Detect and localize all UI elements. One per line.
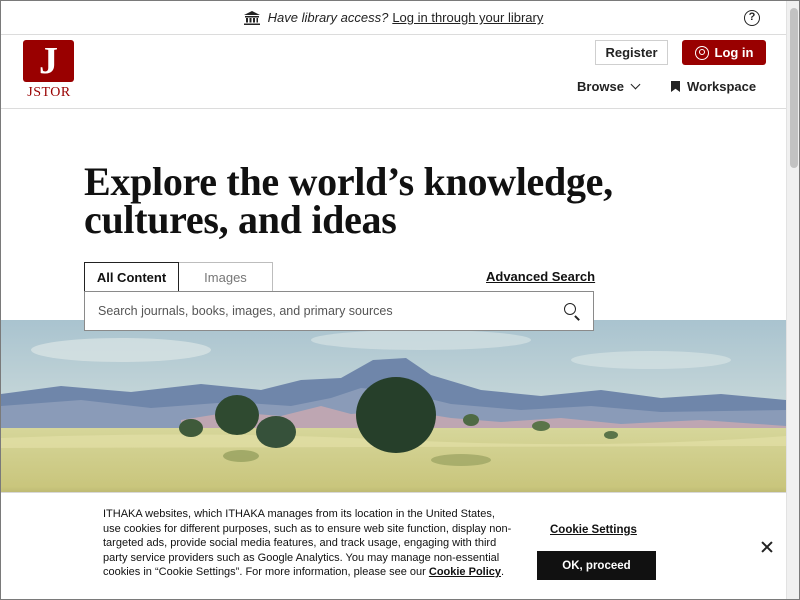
- logo-glyph: J: [39, 40, 58, 82]
- tab-images[interactable]: Images: [179, 262, 273, 292]
- site-header: J JSTOR Register Log in Browse Workspace: [1, 35, 786, 109]
- user-circle-icon: [694, 45, 709, 60]
- library-access-question: Have library access?: [267, 10, 389, 25]
- cookie-notice-suffix: .: [501, 566, 505, 579]
- browse-menu[interactable]: Browse: [577, 79, 641, 94]
- cookie-policy-link[interactable]: Cookie Policy: [429, 566, 501, 578]
- chevron-down-icon: [630, 79, 641, 90]
- login-button-label: Log in: [714, 45, 754, 60]
- cookie-consent-banner: ITHAKA websites, which ITHAKA manages fr…: [1, 492, 786, 599]
- workspace-link[interactable]: Workspace: [671, 79, 756, 94]
- help-circle-icon[interactable]: ?: [744, 10, 760, 26]
- institution-icon: [243, 10, 260, 25]
- search-tabs: All Content Images: [84, 262, 273, 292]
- search-input[interactable]: [85, 292, 553, 330]
- logo-wordmark: JSTOR: [27, 85, 71, 100]
- vertical-scrollbar[interactable]: [786, 1, 799, 599]
- search-icon[interactable]: [553, 292, 593, 330]
- login-button[interactable]: Log in: [682, 40, 766, 65]
- browser-viewport: Have library access? Log in through your…: [0, 0, 800, 600]
- library-access-banner: Have library access? Log in through your…: [1, 1, 786, 35]
- tab-all-content[interactable]: All Content: [84, 262, 179, 292]
- search-box: [84, 291, 594, 331]
- cookie-settings-button[interactable]: Cookie Settings: [550, 524, 637, 536]
- hero-title-line-2: cultures, and ideas: [84, 197, 397, 242]
- close-icon[interactable]: [760, 540, 774, 554]
- scrollbar-thumb[interactable]: [790, 8, 798, 168]
- register-button[interactable]: Register: [595, 40, 668, 65]
- workspace-label: Workspace: [687, 79, 757, 94]
- logo-mark: J: [23, 40, 74, 82]
- hero-title: Explore the world’s knowledge, cultures,…: [84, 162, 613, 242]
- ok-proceed-button[interactable]: OK, proceed: [537, 551, 656, 580]
- library-login-link[interactable]: Log in through your library: [392, 10, 543, 25]
- advanced-search-link[interactable]: Advanced Search: [486, 269, 595, 284]
- jstor-logo[interactable]: J JSTOR: [22, 40, 76, 102]
- browse-label: Browse: [577, 79, 624, 94]
- bookmark-icon: [671, 81, 680, 92]
- cookie-notice-text: ITHAKA websites, which ITHAKA manages fr…: [103, 507, 513, 580]
- landscape-painting: [1, 320, 786, 492]
